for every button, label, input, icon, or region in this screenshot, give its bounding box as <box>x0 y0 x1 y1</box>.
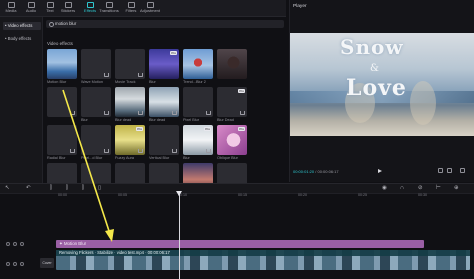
annotation-arrow <box>62 89 114 242</box>
annotation-arrow-line <box>62 89 111 235</box>
annotation-arrow-head <box>105 229 114 242</box>
